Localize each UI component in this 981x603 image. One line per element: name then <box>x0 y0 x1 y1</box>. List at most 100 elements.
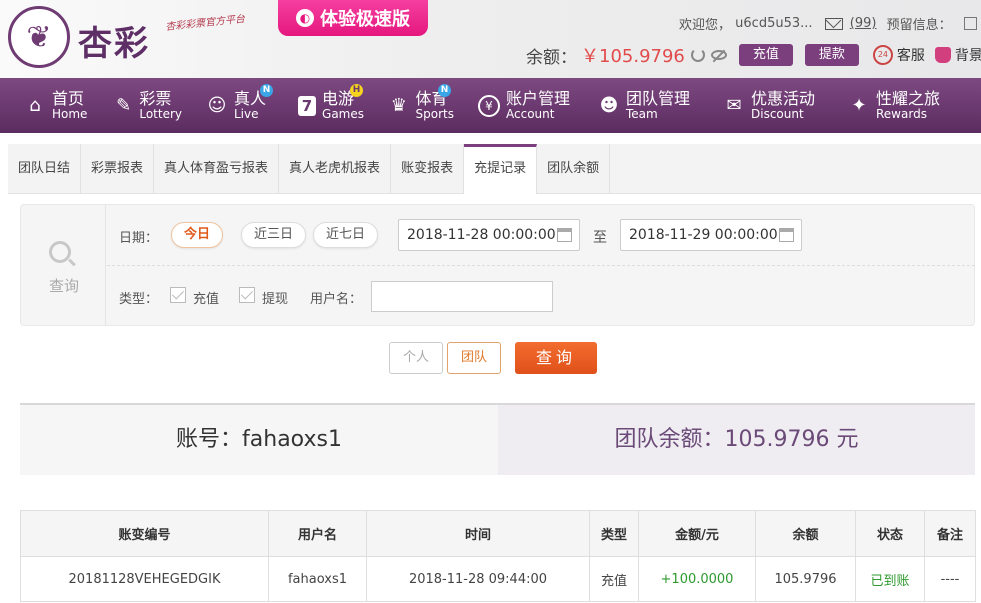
tab-live-slots-report[interactable]: 真人老虎机报表 <box>279 144 392 193</box>
nav-sublabel: Home <box>52 106 88 121</box>
to-label: 至 <box>593 230 607 246</box>
hide-balance-icon[interactable] <box>710 50 727 60</box>
nav-sublabel: Rewards <box>876 106 927 121</box>
team-icon: ☻ <box>599 95 619 116</box>
nav-discount[interactable]: ✉ 优惠活动 Discount <box>699 78 824 133</box>
tab-lottery-report[interactable]: 彩票报表 <box>81 144 155 193</box>
nav-home[interactable]: ⌂ 首页 Home <box>0 78 90 133</box>
nav-sublabel: Live <box>234 106 259 121</box>
nav-sports[interactable]: ♛ 体育 Sports N <box>364 78 454 133</box>
shirt-icon[interactable] <box>934 47 951 63</box>
type-cell: 充值 <box>589 556 639 602</box>
tab-team-balance[interactable]: 团队余额 <box>537 144 611 193</box>
search-icon <box>49 241 71 263</box>
deposit-button[interactable]: 充值 <box>738 44 793 66</box>
new-badge: N <box>438 84 451 97</box>
trophy-icon: ♛ <box>390 95 407 116</box>
balance-cell: 105.9796 <box>755 556 856 602</box>
nav-sublabel: Lottery <box>139 106 182 121</box>
withdraw-button[interactable]: 提款 <box>804 44 859 66</box>
hot-badge: H <box>350 84 363 97</box>
remark-cell: ---- <box>924 556 976 602</box>
tab-live-sports-report[interactable]: 真人体育盈亏报表 <box>154 144 280 193</box>
column-header: 金额/元 <box>638 510 756 557</box>
fast-version-label: 体验极速版 <box>320 9 410 30</box>
nav-label: 账户管理 <box>506 88 571 108</box>
table-row[interactable]: 20181128VEHEGEDGIK fahaoxs1 2018-11-28 0… <box>20 556 976 602</box>
column-header: 余额 <box>755 510 856 557</box>
nav-team[interactable]: ☻ 团队管理 Team <box>574 78 699 133</box>
nav-sublabel: Account <box>506 106 555 121</box>
reserve-info-label: 预留信息： <box>886 18 952 33</box>
nav-label: 性耀之旅 <box>876 88 941 108</box>
logo-icon[interactable]: ❦ <box>8 6 70 68</box>
username-display: u6cd5u53... <box>735 16 813 31</box>
column-header: 状态 <box>855 510 925 557</box>
rewards-icon: ✦ <box>851 95 867 116</box>
search-button[interactable]: 查询 <box>515 342 597 374</box>
column-header: 用户名 <box>268 510 367 557</box>
scope-team-button[interactable]: 团队 <box>447 342 501 374</box>
range-7-days-button[interactable]: 近七日 <box>313 222 379 248</box>
calendar-icon[interactable] <box>557 228 572 242</box>
nav-sublabel: Team <box>626 106 658 121</box>
query-title: 查询 <box>49 277 80 295</box>
calendar-icon[interactable] <box>779 228 794 242</box>
nav-sublabel: Games <box>322 106 364 121</box>
nav-label: 团队管理 <box>626 88 691 108</box>
logo-text[interactable]: 杏彩 <box>78 16 150 65</box>
customer-service-icon[interactable]: 24 <box>872 45 893 65</box>
withdraw-checkbox[interactable] <box>239 287 255 303</box>
welcome-label: 欢迎您， <box>679 18 732 33</box>
date-from-value: 2018-11-28 00:00:00 <box>407 227 556 243</box>
date-from-input[interactable]: 2018-11-28 00:00:00 <box>398 219 580 251</box>
date-label: 日期： <box>119 231 159 246</box>
edit-icon[interactable] <box>963 17 977 30</box>
nav-live[interactable]: ☺ 真人 Live N <box>182 78 274 133</box>
mail-count[interactable]: (99) <box>850 16 877 31</box>
range-today-button[interactable]: 今日 <box>171 222 224 248</box>
withdraw-checkbox-label: 提现 <box>262 292 289 307</box>
customer-service-link[interactable]: 客服 <box>897 45 925 65</box>
scope-personal-button[interactable]: 个人 <box>389 342 443 374</box>
date-to-value: 2018-11-29 00:00:00 <box>629 227 778 243</box>
new-badge: N <box>260 84 273 97</box>
fast-version-button[interactable]: ◐ 体验极速版 <box>278 0 428 36</box>
nav-label: 首页 <box>52 88 85 108</box>
date-to-input[interactable]: 2018-11-29 00:00:00 <box>620 219 802 251</box>
record-id-cell: 20181128VEHEGEDGIK <box>20 556 269 602</box>
username-input[interactable] <box>371 281 553 312</box>
tab-team-daily[interactable]: 团队日结 <box>8 144 82 193</box>
nav-lottery[interactable]: ✎ 彩票 Lottery <box>90 78 182 133</box>
nav-sublabel: Sports <box>415 106 454 121</box>
deposit-checkbox[interactable] <box>170 287 186 303</box>
time-cell: 2018-11-28 09:44:00 <box>366 556 590 602</box>
type-label: 类型： <box>119 292 159 307</box>
deposit-checkbox-label: 充值 <box>193 292 220 307</box>
account-summary: 账号：fahaoxs1 <box>20 405 498 475</box>
nav-account[interactable]: ¥ 账户管理 Account <box>454 78 574 133</box>
nav-games[interactable]: 7 电游 Games H <box>274 78 364 133</box>
account-yen-icon: ¥ <box>478 94 500 117</box>
column-header: 账变编号 <box>20 510 269 557</box>
summary-bar: 账号：fahaoxs1 团队余额：105.9796 元 <box>20 403 975 475</box>
column-header: 备注 <box>924 510 976 557</box>
nav-rewards[interactable]: ✦ 性耀之旅 Rewards <box>824 78 981 133</box>
username-label: 用户名： <box>310 292 363 307</box>
tab-deposit-withdraw[interactable]: 充提记录 <box>464 144 538 194</box>
slogan: 杏彩彩票官方平台 <box>164 13 246 34</box>
lottery-icon: ✎ <box>116 95 132 116</box>
status-cell: 已到账 <box>855 556 925 602</box>
report-tabs: 团队日结 彩票报表 真人体育盈亏报表 真人老虎机报表 账变报表 充提记录 团队余… <box>8 144 981 194</box>
range-3-days-button[interactable]: 近三日 <box>241 222 307 248</box>
background-link[interactable]: 背景 <box>955 45 981 65</box>
table-header-row: 账变编号 用户名 时间 类型 金额/元 余额 状态 备注 <box>20 510 976 557</box>
refresh-icon[interactable] <box>690 48 705 62</box>
query-side: 查询 <box>21 205 106 325</box>
mail-icon[interactable] <box>824 17 843 30</box>
balance-row: 余额： ￥105.9796 充值 提款 24 客服 背景 <box>526 42 981 68</box>
live-dealer-icon: ☺ <box>207 95 227 116</box>
records-table: 账变编号 用户名 时间 类型 金额/元 余额 状态 备注 20181128VEH… <box>20 510 976 602</box>
tab-account-change[interactable]: 账变报表 <box>391 144 465 193</box>
amount-cell: +100.0000 <box>638 556 756 602</box>
